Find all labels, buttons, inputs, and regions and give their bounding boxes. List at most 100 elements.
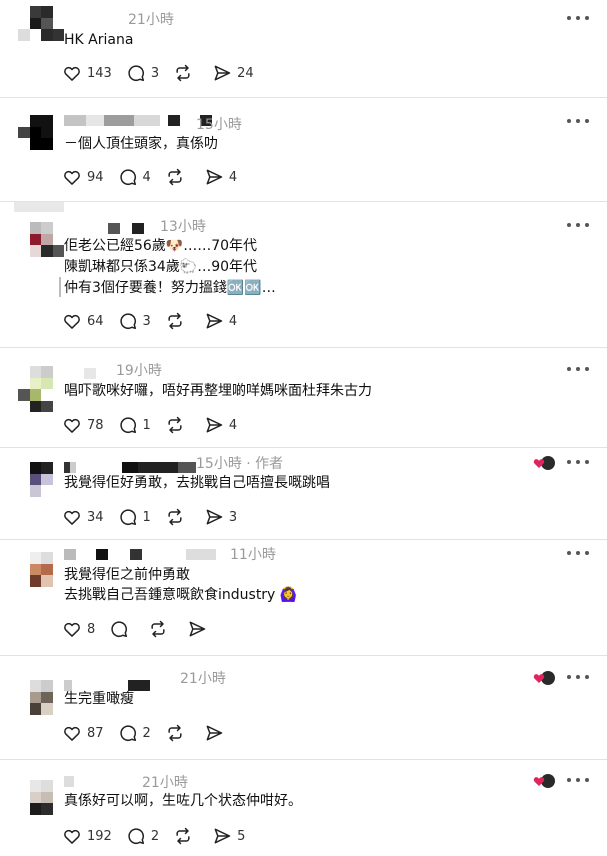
- avatar[interactable]: [18, 680, 64, 726]
- comment-1: 21小時 HK Ariana 143 3 24: [0, 0, 607, 98]
- like-button[interactable]: 94: [62, 167, 104, 187]
- reply-count: 3: [150, 65, 160, 81]
- like-button[interactable]: 78: [62, 415, 104, 435]
- avatar[interactable]: [18, 6, 64, 52]
- action-bar: 143 3 24: [62, 62, 268, 84]
- reply-button[interactable]: [109, 619, 134, 639]
- username-redacted[interactable]: [64, 776, 74, 787]
- heart-icon: [64, 418, 80, 433]
- avatar[interactable]: [18, 780, 64, 826]
- author-liked-heart-icon: [533, 670, 555, 686]
- username-redacted[interactable]: [64, 462, 196, 473]
- reply-button[interactable]: 3: [118, 311, 151, 331]
- share-count: 4: [228, 169, 238, 185]
- like-count: 87: [87, 725, 104, 741]
- action-bar: 8: [62, 618, 226, 640]
- username-redacted[interactable]: [64, 368, 96, 379]
- like-count: 78: [87, 417, 104, 433]
- reply-button[interactable]: 4: [118, 167, 151, 187]
- like-count: 64: [87, 313, 104, 329]
- repost-icon: [151, 620, 165, 638]
- repost-button[interactable]: [173, 63, 198, 83]
- action-bar: 87 2: [62, 722, 243, 744]
- avatar[interactable]: [18, 222, 64, 268]
- comment-4: 19小時 唱吓歌咪好囉，唔好再整埋啲咩媽咪面杜拜朱古力 78 1 4: [0, 348, 607, 448]
- repost-icon: [168, 312, 182, 330]
- repost-icon: [168, 724, 182, 742]
- reply-icon: [128, 65, 144, 82]
- username-redacted: [14, 202, 64, 212]
- more-options-icon[interactable]: [567, 455, 589, 469]
- reply-button[interactable]: 3: [126, 63, 159, 83]
- heart-icon: [64, 726, 80, 741]
- reply-count: 1: [142, 509, 151, 525]
- timestamp: 21小時: [180, 671, 226, 687]
- share-count: 4: [228, 417, 238, 433]
- share-icon: [206, 169, 223, 185]
- reply-icon: [119, 313, 136, 330]
- share-button[interactable]: 24: [212, 63, 254, 83]
- repost-button[interactable]: [148, 619, 173, 639]
- share-icon: [214, 65, 231, 81]
- comment-text: －個人頂住頭家，真係叻: [64, 136, 218, 152]
- more-options-icon[interactable]: [567, 773, 589, 787]
- share-icon: [189, 621, 206, 637]
- like-button[interactable]: 192: [62, 826, 112, 846]
- share-button[interactable]: 4: [204, 167, 237, 187]
- avatar[interactable]: [18, 462, 64, 508]
- like-button[interactable]: 8: [62, 619, 95, 639]
- share-button[interactable]: 5: [212, 826, 245, 846]
- like-button[interactable]: 34: [62, 507, 104, 527]
- repost-button[interactable]: [165, 723, 190, 743]
- more-options-icon[interactable]: [567, 670, 589, 684]
- repost-button[interactable]: [173, 826, 198, 846]
- avatar[interactable]: [18, 552, 64, 598]
- repost-icon: [168, 168, 182, 186]
- like-count: 94: [87, 169, 104, 185]
- repost-button[interactable]: [165, 415, 190, 435]
- timestamp: 21小時: [142, 775, 188, 791]
- username-redacted[interactable]: [64, 223, 144, 234]
- like-button[interactable]: 143: [62, 63, 112, 83]
- more-options-icon[interactable]: [567, 11, 589, 25]
- more-options-icon[interactable]: [567, 114, 589, 128]
- like-count: 8: [87, 621, 96, 637]
- repost-button[interactable]: [165, 507, 190, 527]
- more-options-icon[interactable]: [567, 218, 589, 232]
- reply-button[interactable]: 1: [118, 415, 151, 435]
- share-button[interactable]: [187, 619, 212, 639]
- username-redacted[interactable]: [64, 115, 212, 126]
- timestamp: 21小時: [128, 12, 174, 28]
- username-redacted[interactable]: [64, 549, 216, 560]
- more-options-icon[interactable]: [567, 546, 589, 560]
- reply-icon: [119, 417, 136, 434]
- avatar[interactable]: [18, 115, 64, 161]
- reply-count: 1: [142, 417, 151, 433]
- like-button[interactable]: 87: [62, 723, 104, 743]
- share-button[interactable]: 4: [204, 311, 237, 331]
- heart-icon: [64, 622, 80, 637]
- avatar[interactable]: [18, 366, 64, 412]
- more-options-icon[interactable]: [567, 362, 589, 376]
- repost-icon: [176, 64, 190, 82]
- share-button[interactable]: 4: [204, 415, 237, 435]
- comment-6: 11小時 我覺得佢之前仲勇敢 去挑戰自己吾鍾意嘅飲食industry 🙆‍♀️ …: [0, 540, 607, 656]
- reply-button[interactable]: 2: [118, 723, 151, 743]
- share-icon: [206, 725, 223, 741]
- timestamp: 13小時: [160, 219, 206, 235]
- action-bar: 94 4 4: [62, 166, 251, 188]
- repost-button[interactable]: [165, 167, 190, 187]
- heart-icon: [64, 314, 80, 329]
- like-count: 143: [87, 65, 112, 81]
- action-bar: 64 3 4: [62, 310, 251, 332]
- share-icon: [206, 417, 223, 433]
- reply-count: 4: [142, 169, 151, 185]
- share-button[interactable]: [204, 723, 229, 743]
- reply-button[interactable]: 2: [126, 826, 159, 846]
- share-button[interactable]: 3: [204, 507, 237, 527]
- heart-icon: [64, 66, 80, 81]
- repost-button[interactable]: [165, 311, 190, 331]
- like-button[interactable]: 64: [62, 311, 104, 331]
- reply-button[interactable]: 1: [118, 507, 151, 527]
- share-count: 24: [237, 65, 254, 81]
